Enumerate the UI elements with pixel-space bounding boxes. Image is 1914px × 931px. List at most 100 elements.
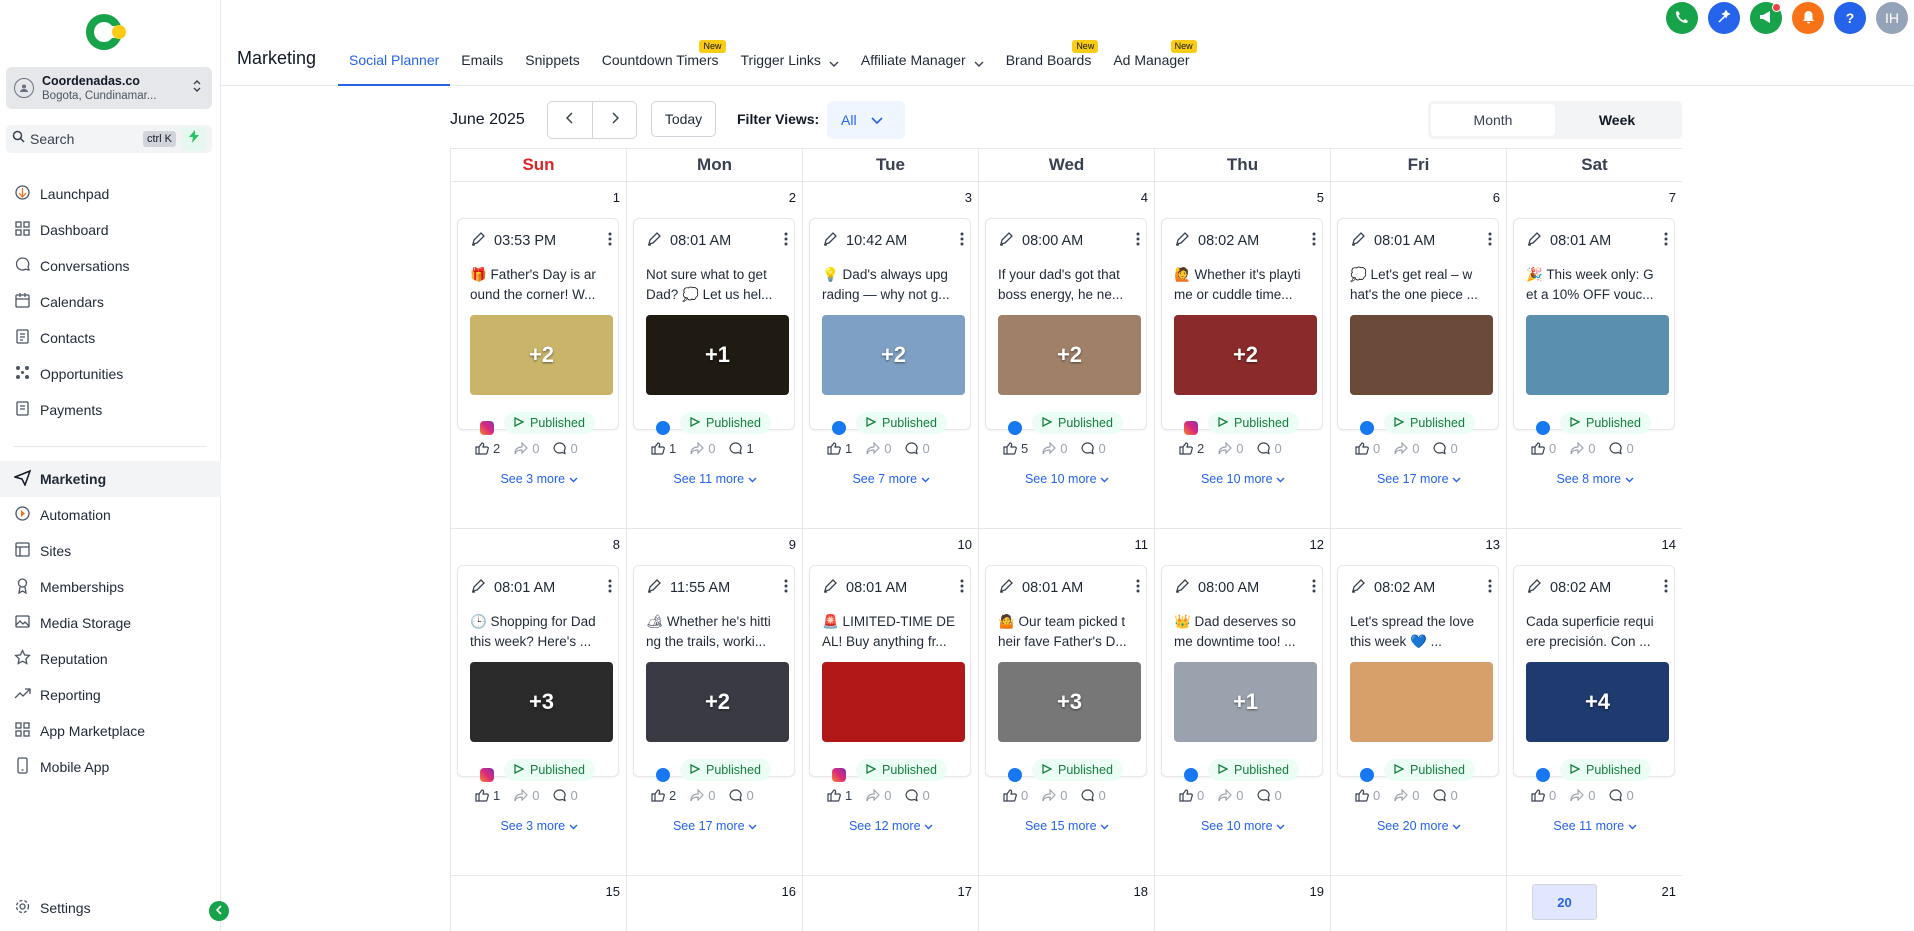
post-media[interactable]: +1 <box>646 315 789 395</box>
sidebar-item-dashboard[interactable]: Dashboard <box>0 212 221 248</box>
brand-logo[interactable] <box>86 12 132 52</box>
calendar-day[interactable]: 1 03:53 PM 🎁 Father's Day is ar ound the c… <box>451 182 627 528</box>
sidebar-item-conversations[interactable]: Conversations <box>0 248 221 284</box>
help-button[interactable]: ? <box>1834 2 1866 34</box>
see-more-link[interactable]: See 20 more <box>1331 819 1507 833</box>
today-button[interactable]: Today <box>651 101 716 137</box>
post-card[interactable]: 08:01 AM 🤷 Our team picked t heir fave Fa… <box>985 565 1147 782</box>
calendar-day[interactable]: 9 11:55 AM 🏕 Whether he's hitti ng the tra… <box>627 529 803 875</box>
tab-social-planner[interactable]: Social Planner <box>338 42 451 86</box>
post-media[interactable]: +2 <box>998 315 1141 395</box>
prev-month-button[interactable] <box>548 102 592 138</box>
calendar-day[interactable]: 2 08:01 AM Not sure what to get Dad? 💭 Let… <box>627 182 803 528</box>
sidebar-item-opportunities[interactable]: Opportunities <box>0 356 221 392</box>
see-more-link[interactable]: See 7 more <box>803 472 979 486</box>
more-options-icon[interactable] <box>784 232 788 251</box>
post-card[interactable]: 08:00 AM If your dad's got that boss ener… <box>985 218 1147 435</box>
see-more-link[interactable]: See 10 more <box>979 472 1155 486</box>
magic-button[interactable] <box>1708 2 1740 34</box>
sidebar-item-reputation[interactable]: Reputation <box>0 641 221 677</box>
calendar-day[interactable]: 8 08:01 AM 🕒 Shopping for Dad this week? H… <box>451 529 627 875</box>
calendar-day[interactable]: 16 <box>627 876 803 931</box>
post-card[interactable]: 08:01 AM Not sure what to get Dad? 💭 Let … <box>633 218 795 435</box>
post-card[interactable]: 08:02 AM Cada superficie requi ere precis… <box>1513 565 1675 782</box>
account-switcher[interactable]: Coordenadas.co Bogota, Cundinamar... <box>6 67 212 109</box>
more-options-icon[interactable] <box>784 579 788 598</box>
post-card[interactable]: 10:42 AM 💡 Dad's always upg rading — why … <box>809 218 971 435</box>
calendar-day[interactable]: 3 10:42 AM 💡 Dad's always upg rading — why… <box>803 182 979 528</box>
calendar-day[interactable]: 19 <box>1155 876 1331 931</box>
post-media[interactable]: +2 <box>646 662 789 742</box>
see-more-link[interactable]: See 15 more <box>979 819 1155 833</box>
sidebar-item-memberships[interactable]: Memberships <box>0 569 221 605</box>
calendar-day[interactable]: 10 08:01 AM 🚨 LIMITED-TIME DE AL! Buy anyt… <box>803 529 979 875</box>
calendar-day[interactable]: 6 08:01 AM 💭 Let's get real – w hat's the … <box>1331 182 1507 528</box>
sidebar-item-reporting[interactable]: Reporting <box>0 677 221 713</box>
post-card[interactable]: 08:01 AM 🚨 LIMITED-TIME DE AL! Buy anythi… <box>809 565 971 782</box>
more-options-icon[interactable] <box>960 579 964 598</box>
tab-affiliate-manager[interactable]: Affiliate Manager <box>850 42 995 86</box>
post-media[interactable]: +3 <box>470 662 613 742</box>
more-options-icon[interactable] <box>1136 579 1140 598</box>
week-view-button[interactable]: Week <box>1555 104 1679 136</box>
tab-ad-manager[interactable]: Ad Manager New <box>1102 40 1200 86</box>
post-media[interactable]: +2 <box>1174 315 1317 395</box>
collapse-sidebar-button[interactable] <box>209 901 229 921</box>
more-options-icon[interactable] <box>1488 579 1492 598</box>
sidebar-item-launchpad[interactable]: Launchpad <box>0 176 221 212</box>
sidebar-item-calendars[interactable]: Calendars <box>0 284 221 320</box>
announcements-button[interactable] <box>1750 2 1782 34</box>
post-media[interactable] <box>1350 315 1493 395</box>
see-more-link[interactable]: See 10 more <box>1155 819 1331 833</box>
see-more-link[interactable]: See 11 more <box>627 472 803 486</box>
tab-trigger-links[interactable]: Trigger Links <box>730 42 850 86</box>
calendar-day[interactable]: 13 08:02 AM Let's spread the love this wee… <box>1331 529 1507 875</box>
calendar-day[interactable]: 7 08:01 AM 🎉 This week only: G et a 10% OF… <box>1507 182 1682 528</box>
post-card[interactable]: 08:01 AM 💭 Let's get real – w hat's the o… <box>1337 218 1499 435</box>
see-more-link[interactable]: See 3 more <box>451 819 627 833</box>
sidebar-item-mobile-app[interactable]: Mobile App <box>0 749 221 785</box>
more-options-icon[interactable] <box>1312 232 1316 251</box>
sidebar-item-sites[interactable]: Sites <box>0 533 221 569</box>
post-card[interactable]: 08:02 AM Let's spread the love this week … <box>1337 565 1499 782</box>
tab-snippets[interactable]: Snippets <box>514 42 590 86</box>
sidebar-item-contacts[interactable]: Contacts <box>0 320 221 356</box>
post-media[interactable] <box>822 662 965 742</box>
post-media[interactable]: +2 <box>822 315 965 395</box>
sidebar-item-media-storage[interactable]: Media Storage <box>0 605 221 641</box>
see-more-link[interactable]: See 3 more <box>451 472 627 486</box>
more-options-icon[interactable] <box>1312 579 1316 598</box>
see-more-link[interactable]: See 17 more <box>1331 472 1507 486</box>
calendar-day[interactable]: 12 08:00 AM 👑 Dad deserves so me downtime … <box>1155 529 1331 875</box>
more-options-icon[interactable] <box>1136 232 1140 251</box>
post-media[interactable]: +4 <box>1526 662 1669 742</box>
calendar-day[interactable]: 21 <box>1507 876 1682 931</box>
see-more-link[interactable]: See 8 more <box>1507 472 1682 486</box>
post-card[interactable]: 08:00 AM 👑 Dad deserves so me downtime to… <box>1161 565 1323 782</box>
search-bar[interactable]: Search ctrl K <box>6 125 212 153</box>
calendar-day[interactable]: 18 <box>979 876 1155 931</box>
notifications-button[interactable] <box>1792 2 1824 34</box>
more-options-icon[interactable] <box>1664 579 1668 598</box>
calendar-day[interactable]: 11 08:01 AM 🤷 Our team picked t heir fave … <box>979 529 1155 875</box>
filter-views-select[interactable]: All <box>827 101 905 139</box>
sidebar-item-marketing[interactable]: Marketing <box>0 461 221 497</box>
more-options-icon[interactable] <box>608 232 612 251</box>
see-more-link[interactable]: See 12 more <box>803 819 979 833</box>
post-card[interactable]: 03:53 PM 🎁 Father's Day is ar ound the co… <box>457 218 619 435</box>
more-options-icon[interactable] <box>608 579 612 598</box>
post-media[interactable] <box>1526 315 1669 395</box>
post-media[interactable]: +3 <box>998 662 1141 742</box>
see-more-link[interactable]: See 10 more <box>1155 472 1331 486</box>
calendar-day[interactable]: 4 08:00 AM If your dad's got that boss ene… <box>979 182 1155 528</box>
sidebar-item-app-marketplace[interactable]: App Marketplace <box>0 713 221 749</box>
tab-brand-boards[interactable]: Brand Boards New <box>995 40 1103 86</box>
see-more-link[interactable]: See 11 more <box>1507 819 1682 833</box>
quick-action-button[interactable] <box>182 127 206 151</box>
post-card[interactable]: 11:55 AM 🏕 Whether he's hitti ng the trai… <box>633 565 795 782</box>
post-media[interactable] <box>1350 662 1493 742</box>
calendar-day[interactable]: 17 <box>803 876 979 931</box>
phone-button[interactable] <box>1666 2 1698 34</box>
sidebar-item-settings[interactable]: Settings <box>0 890 221 926</box>
post-media[interactable]: +2 <box>470 315 613 395</box>
